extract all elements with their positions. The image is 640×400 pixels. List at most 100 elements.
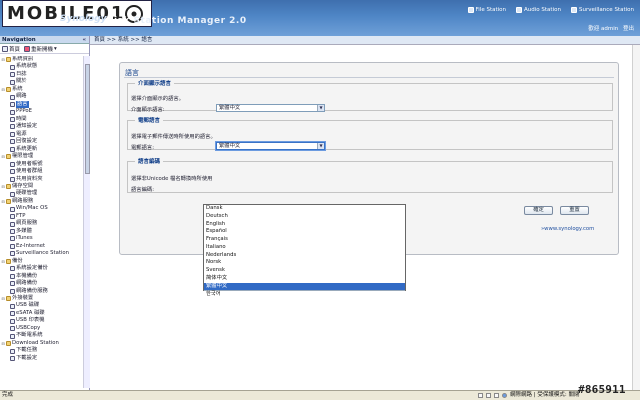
dropdown-option[interactable]: 한국어 (204, 290, 405, 298)
sidebar-item[interactable]: 系統更新 (0, 146, 83, 153)
chevron-down-icon[interactable]: ▼ (317, 105, 324, 111)
sidebar-item[interactable]: ⊟ Download Station (0, 340, 83, 347)
display-language-desc: 選擇介面顯示的語言。 (131, 96, 184, 102)
dropdown-option[interactable]: Svensk (204, 267, 405, 275)
sidebar-item-label: 系統更新 (16, 145, 38, 152)
sidebar-item[interactable]: 網頁服務 (0, 220, 83, 227)
sidebar-item[interactable]: 網路 (0, 93, 83, 100)
synology-brand: Synology (60, 14, 107, 24)
sidebar-item-label: 關於 (16, 78, 27, 85)
sidebar-item[interactable]: 系統狀態 (0, 63, 83, 70)
sidebar-item[interactable]: USB 印表機 (0, 317, 83, 324)
top-links: File Station Audio Station Surveillance … (467, 7, 634, 13)
sidebar-item[interactable]: 關於 (0, 78, 83, 85)
status-cell-icon (478, 393, 483, 398)
reset-button[interactable]: 重置 (560, 206, 589, 215)
sidebar-item[interactable]: ⊟ 備份 (0, 258, 83, 265)
sidebar-item[interactable]: ⊟ 系統 (0, 86, 83, 93)
reboot-button[interactable]: 重新開機 ▾ (24, 45, 57, 53)
sidebar-item[interactable]: 回復設定 (0, 138, 83, 145)
email-language-desc: 選擇電子郵件傳送時所使用的語言。 (131, 134, 216, 140)
folder-icon (6, 57, 11, 63)
sidebar-item[interactable]: ⊟ 外接裝置 (0, 295, 83, 302)
sidebar-item[interactable]: 共用資料夾 (0, 176, 83, 183)
home-icon (2, 45, 8, 52)
dropdown-option[interactable]: Italiano (204, 244, 405, 252)
page-icon (10, 243, 15, 249)
display-language-select[interactable]: 繁體中文 ▼ (216, 104, 325, 112)
dropdown-option[interactable]: 简体中文 (204, 275, 405, 283)
sidebar-item[interactable]: 不斷電系統 (0, 332, 83, 339)
reboot-icon (24, 45, 31, 52)
email-language-legend: 電郵語言 (138, 118, 161, 124)
dropdown-option[interactable]: 繁體中文 (204, 282, 405, 291)
sidebar-item[interactable]: 網路備份服務 (0, 288, 83, 295)
surveillance-station-link[interactable]: Surveillance Station (570, 7, 634, 13)
sidebar-item[interactable]: ⊟ 系統資訊 (0, 56, 83, 63)
dropdown-option[interactable]: Norsk (204, 259, 405, 267)
sidebar-item[interactable]: 使用者帳號 (0, 161, 83, 168)
page-icon (10, 326, 15, 332)
sidebar-scrollbar[interactable] (83, 56, 90, 388)
sidebar-item[interactable]: 本機備份 (0, 273, 83, 280)
display-language-group: 介面顯示語言 選擇介面顯示的語言。 介面顯示語言: 繁體中文 ▼ (127, 79, 613, 113)
file-station-link[interactable]: File Station (467, 7, 506, 13)
sidebar-item[interactable]: 使用者群組 (0, 168, 83, 175)
email-language-select[interactable]: 繁體中文 ▼ (216, 142, 325, 150)
sidebar-item[interactable]: 電源 (0, 131, 83, 138)
collapse-toggle-icon[interactable]: ⊟ (1, 198, 5, 205)
dropdown-option[interactable]: English (204, 221, 405, 229)
collapse-toggle-icon[interactable]: ⊟ (1, 86, 5, 93)
sidebar-item[interactable]: ⊟ 網路服務 (0, 198, 83, 205)
sidebar-item[interactable]: iTunes (0, 235, 83, 242)
sidebar-item-label: 下載任務 (16, 347, 38, 354)
email-language-dropdown[interactable]: Dansk Deutsch English Español Français Italia… (203, 204, 406, 297)
sidebar-item[interactable]: 通知設定 (0, 123, 83, 130)
collapse-toggle-icon[interactable]: ⊟ (1, 295, 5, 302)
audio-station-label: Audio Station (524, 7, 561, 13)
page-icon (10, 206, 15, 212)
sidebar-item[interactable]: 硬碟管理 (0, 190, 83, 197)
sidebar-item-label: 網路備份 (16, 280, 38, 287)
dropdown-option[interactable]: Deutsch (204, 213, 405, 221)
sidebar-item[interactable]: PPPoE (0, 108, 83, 115)
sidebar-item[interactable]: 下載任務 (0, 347, 83, 354)
dropdown-option[interactable]: Nederlands (204, 252, 405, 260)
sidebar-item[interactable]: 多媒體 (0, 228, 83, 235)
page-icon (10, 318, 15, 324)
sidebar-item[interactable]: 日誌 (0, 71, 83, 78)
page-scrollbar[interactable] (632, 45, 640, 390)
sidebar-item[interactable]: FTP (0, 213, 83, 220)
security-zone-text: 網際網路 | 受保護模式: 關閉 (510, 392, 580, 398)
sidebar-item[interactable]: ⊟ 儲存空間 (0, 183, 83, 190)
sidebar-item[interactable]: ⊟ 權限管理 (0, 153, 83, 160)
logout-link[interactable]: 登出 (623, 26, 634, 32)
collapse-icon[interactable]: « (82, 36, 86, 44)
ok-button[interactable]: 確定 (524, 206, 553, 215)
sidebar-item[interactable]: Surveillance Station (0, 250, 83, 257)
sidebar-item[interactable]: 時間 (0, 116, 83, 123)
sidebar-item[interactable]: Win/Mac OS (0, 205, 83, 212)
sidebar-item[interactable]: 系統設定備份 (0, 265, 83, 272)
sidebar-item[interactable]: Ez-Internet (0, 243, 83, 250)
collapse-toggle-icon[interactable]: ⊟ (1, 340, 5, 347)
synology-website-link[interactable]: »www.synology.com (541, 226, 594, 232)
page-icon (10, 281, 15, 287)
audio-station-link[interactable]: Audio Station (516, 7, 561, 13)
chevron-down-icon[interactable]: ▼ (317, 143, 324, 149)
sidebar-item[interactable]: 下載設定 (0, 355, 83, 362)
sidebar-item-label: 下載設定 (16, 354, 38, 361)
collapse-toggle-icon[interactable]: ⊟ (1, 183, 5, 190)
dropdown-option[interactable]: Français (204, 236, 405, 244)
dropdown-option[interactable]: Dansk (204, 205, 405, 213)
home-button[interactable]: 首頁 (2, 45, 20, 53)
dropdown-option[interactable]: Español (204, 228, 405, 236)
collapse-toggle-icon[interactable]: ⊟ (1, 258, 5, 265)
sidebar-item[interactable]: USB 磁碟 (0, 302, 83, 309)
sidebar-item[interactable]: 語言 (0, 100, 83, 109)
sidebar-item[interactable]: 網路備份 (0, 280, 83, 287)
email-language-value: 繁體中文 (219, 143, 241, 149)
collapse-toggle-icon[interactable]: ⊟ (1, 56, 5, 63)
sidebar-item-label: 本機備份 (16, 272, 38, 279)
collapse-toggle-icon[interactable]: ⊟ (1, 153, 5, 160)
